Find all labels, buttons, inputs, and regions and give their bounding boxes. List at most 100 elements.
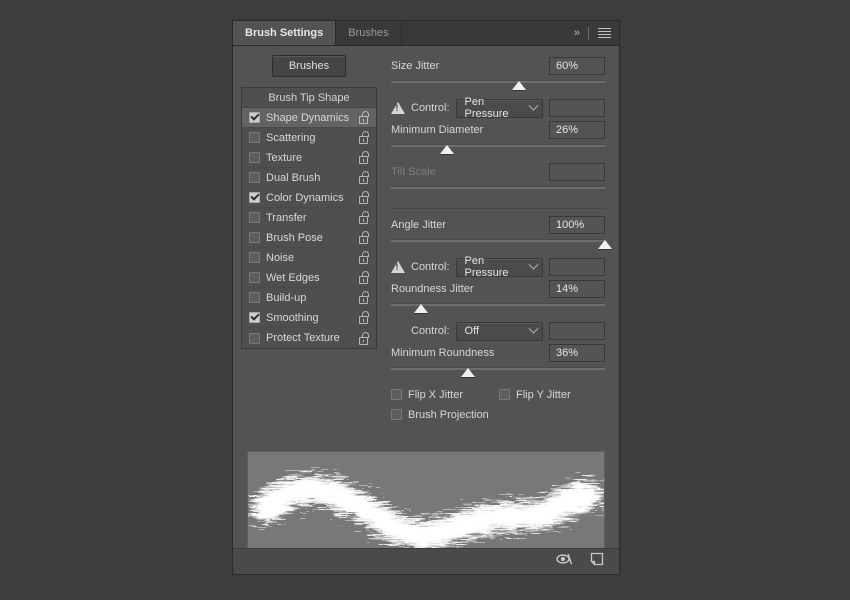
angle-jitter-label: Angle Jitter [391,218,447,231]
size-control-extra-field[interactable] [549,99,605,117]
checkbox-scattering[interactable] [249,132,260,143]
chevron-down-icon [528,323,539,334]
brush-options-list: Brush Tip Shape Shape Dynamics Scatterin… [241,87,377,349]
option-label-color-dynamics: Color Dynamics [266,191,344,204]
brush-projection-option[interactable]: Brush Projection [391,406,605,423]
brush-stroke-graphic [253,476,601,548]
unlocked-icon[interactable] [359,151,370,164]
checkbox-texture[interactable] [249,152,260,163]
checkbox-wet-edges[interactable] [249,272,260,283]
option-row-shape-dynamics[interactable]: Shape Dynamics [242,108,376,128]
option-row-texture[interactable]: Texture [242,148,376,168]
minimum-diameter-slider[interactable] [391,141,605,158]
size-jitter-value[interactable]: 60% [549,56,605,75]
checkbox-flip-x-jitter[interactable] [391,389,402,400]
checkbox-smoothing[interactable] [249,312,260,323]
option-label-brush-pose: Brush Pose [266,231,323,244]
minimum-roundness-slider-thumb[interactable] [461,368,476,377]
unlocked-icon[interactable] [359,171,370,184]
option-row-protect-texture[interactable]: Protect Texture [242,328,376,348]
option-label-protect-texture: Protect Texture [266,332,340,344]
checkbox-build-up[interactable] [249,292,260,303]
option-row-brush-pose[interactable]: Brush Pose [242,228,376,248]
roundness-jitter-value[interactable]: 14% [549,279,605,298]
angle-control-dropdown[interactable]: Pen Pressure [455,255,543,279]
roundness-jitter-slider[interactable] [391,300,605,317]
size-jitter-slider-thumb[interactable] [512,81,527,90]
angle-jitter-value[interactable]: 100% [549,215,605,234]
settings-divider-1 [391,208,605,209]
unlocked-icon[interactable] [359,291,370,304]
checkbox-protect-texture[interactable] [249,332,260,344]
unlocked-icon[interactable] [359,231,370,244]
size-jitter-label: Size Jitter [391,59,440,72]
eye-slash-icon[interactable] [555,551,575,572]
option-row-noise[interactable]: Noise [242,248,376,268]
minimum-diameter-slider-track [391,144,605,147]
option-label-wet-edges: Wet Edges [266,271,320,284]
size-control-dropdown[interactable]: Pen Pressure [455,96,543,120]
unlocked-icon[interactable] [359,131,370,144]
minimum-roundness-value[interactable]: 36% [549,343,605,362]
angle-jitter-slider-thumb[interactable] [598,240,612,249]
option-row-dual-brush[interactable]: Dual Brush [242,168,376,188]
unlocked-icon[interactable] [359,271,370,284]
roundness-jitter-slider-thumb[interactable] [413,304,428,313]
angle-control-extra-field[interactable] [549,258,605,276]
option-label-texture: Texture [266,151,303,164]
checkbox-brush-projection[interactable] [391,409,402,420]
roundness-jitter-row: Roundness Jitter 14% [391,279,605,298]
roundness-control-dropdown-value: Off [464,325,480,337]
checkbox-shape-dynamics[interactable] [249,112,260,123]
tab-brushes[interactable]: Brushes [336,21,402,45]
flip-x-jitter-label: Flip X Jitter [408,388,464,401]
checkbox-noise[interactable] [249,252,260,263]
unlocked-icon[interactable] [359,211,370,224]
angle-jitter-slider[interactable] [391,236,612,253]
option-label-transfer: Transfer [266,211,307,224]
brush-tip-shape-header[interactable]: Brush Tip Shape [242,88,376,108]
brushes-button[interactable]: Brushes [271,55,347,77]
eye-slash-glyph [556,553,573,565]
brush-settings-panel: Brush Settings Brushes » Brushes Brush T… [232,20,620,575]
checkbox-transfer[interactable] [249,212,260,223]
tab-brush-settings[interactable]: Brush Settings [233,21,337,45]
option-row-scattering[interactable]: Scattering [242,128,376,148]
chevron-down-icon [528,100,539,111]
option-row-color-dynamics[interactable]: Color Dynamics [242,188,376,208]
panel-tab-bar: Brush Settings Brushes » [233,21,619,46]
tilt-scale-slider [391,183,605,200]
panel-menu-icon[interactable] [598,28,611,38]
size-jitter-slider[interactable] [391,77,605,94]
shape-dynamics-settings: Size Jitter 60% Control: Pen Pressure [385,46,619,450]
roundness-control-dropdown[interactable]: Off [455,321,543,341]
minimum-roundness-slider[interactable] [391,364,605,381]
unlocked-icon[interactable] [359,311,370,324]
unlocked-icon[interactable] [359,251,370,264]
tab-brushes-label: Brushes [348,27,389,39]
unlocked-icon[interactable] [359,111,370,124]
unlocked-icon[interactable] [359,191,370,204]
roundness-control-extra-field[interactable] [549,322,605,340]
tab-bar-spacer [401,21,570,45]
size-control-label: Control: [411,102,450,114]
checkbox-dual-brush[interactable] [249,172,260,183]
option-row-transfer[interactable]: Transfer [242,208,376,228]
option-row-wet-edges[interactable]: Wet Edges [242,268,376,288]
unlocked-icon[interactable] [359,331,370,345]
flip-y-jitter-label: Flip Y Jitter [516,388,571,401]
double-chevron-right-icon[interactable]: » [574,27,580,39]
option-row-smoothing[interactable]: Smoothing [242,308,376,328]
minimum-diameter-value[interactable]: 26% [549,120,605,139]
new-brush-icon[interactable] [589,551,605,572]
flip-x-jitter-option[interactable]: Flip X Jitter [391,386,499,403]
checkbox-brush-pose[interactable] [249,232,260,243]
checkbox-flip-y-jitter[interactable] [499,389,510,400]
size-control-row: Control: Pen Pressure [391,96,605,120]
flip-y-jitter-option[interactable]: Flip Y Jitter [499,386,571,403]
checkbox-color-dynamics[interactable] [249,192,260,203]
screen-background: Brush Settings Brushes » Brushes Brush T… [0,0,850,600]
minimum-diameter-slider-thumb[interactable] [439,145,454,154]
tilt-scale-slider-track [391,186,605,189]
option-row-build-up[interactable]: Build-up [242,288,376,308]
